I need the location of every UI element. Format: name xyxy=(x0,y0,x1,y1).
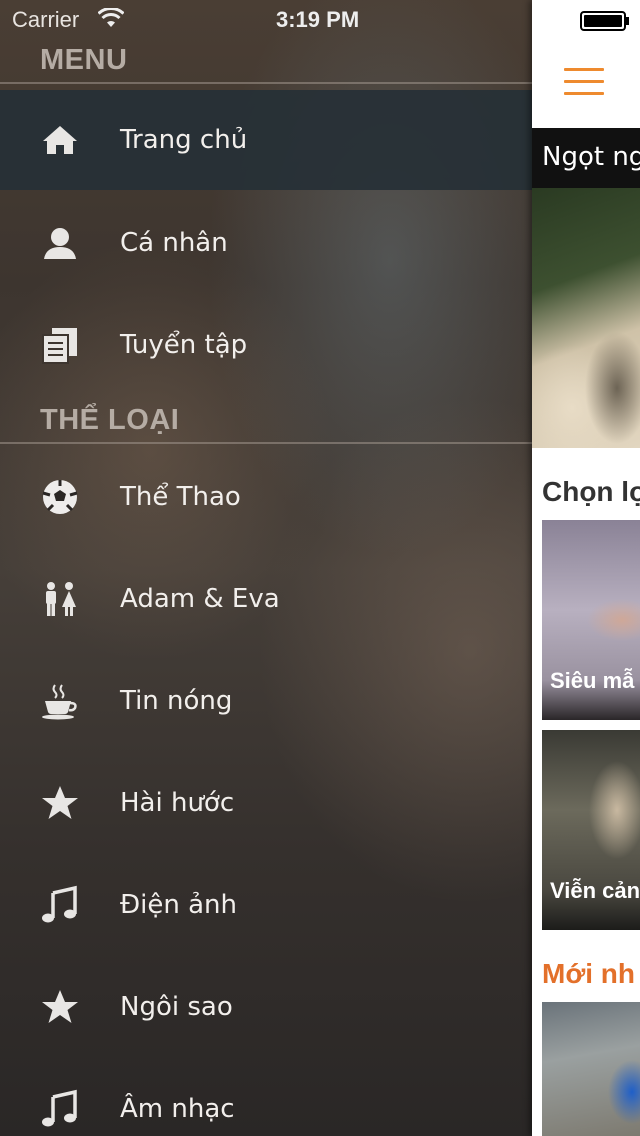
main-content: Ngọt ng Chọn lọ Siêu mẫ Viễn cản Mới nh xyxy=(532,0,640,1136)
menu-item-music[interactable]: Âm nhạc xyxy=(0,1058,532,1136)
soccer-ball-icon xyxy=(38,475,82,519)
menu-item-home[interactable]: Trang chủ xyxy=(0,90,532,190)
star-icon xyxy=(38,985,82,1029)
card-caption: Siêu mẫ xyxy=(550,668,635,693)
menu-item-label: Tin nóng xyxy=(120,686,233,716)
status-bar: Carrier 3:19 PM xyxy=(0,0,640,40)
menu-item-sports[interactable]: Thể Thao xyxy=(0,446,532,548)
side-menu: MENU Trang chủ Cá nhân Tuyển tập THỂ LOẠ… xyxy=(0,0,532,1136)
wifi-icon xyxy=(98,8,124,27)
menu-item-label: Hài hước xyxy=(120,788,235,818)
menu-item-adam-eva[interactable]: Adam & Eva xyxy=(0,548,532,650)
music-note-icon xyxy=(38,883,82,927)
menu-item-stars[interactable]: Ngôi sao xyxy=(0,956,532,1058)
menu-item-label: Âm nhạc xyxy=(120,1094,235,1124)
menu-item-label: Điện ảnh xyxy=(120,890,237,920)
coffee-cup-icon xyxy=(38,679,82,723)
menu-item-label: Cá nhân xyxy=(120,228,228,258)
menu-divider xyxy=(0,82,532,84)
menu-item-label: Tuyển tập xyxy=(120,330,248,360)
menu-item-label: Ngôi sao xyxy=(120,992,233,1022)
menu-item-collection[interactable]: Tuyển tập xyxy=(0,294,532,396)
music-note-icon xyxy=(38,1087,82,1131)
couple-icon xyxy=(38,577,82,621)
user-icon xyxy=(38,221,82,265)
menu-item-label: Adam & Eva xyxy=(120,584,280,614)
categories-section-header: THỂ LOẠI xyxy=(40,404,180,436)
star-icon xyxy=(38,781,82,825)
article-card[interactable]: Siêu mẫ xyxy=(542,520,640,720)
menu-item-label: Thể Thao xyxy=(120,482,241,512)
collection-icon xyxy=(38,323,82,367)
categories-divider xyxy=(0,442,532,444)
carrier-label: Carrier xyxy=(12,7,80,32)
hero-title: Ngọt ng xyxy=(542,142,640,172)
card-caption: Viễn cản xyxy=(550,878,640,903)
menu-item-profile[interactable]: Cá nhân xyxy=(0,192,532,294)
menu-item-hot-news[interactable]: Tin nóng xyxy=(0,650,532,752)
menu-section-header: MENU xyxy=(40,44,128,76)
menu-item-humor[interactable]: Hài hước xyxy=(0,752,532,854)
hamburger-menu-icon[interactable] xyxy=(564,68,604,96)
menu-item-cinema[interactable]: Điện ảnh xyxy=(0,854,532,956)
new-section-title: Mới nh xyxy=(542,958,635,989)
article-thumbnail[interactable] xyxy=(542,1002,640,1136)
hero-title-bar[interactable]: Ngọt ng xyxy=(532,128,640,188)
status-time: 3:19 PM xyxy=(276,7,360,32)
picked-section-title: Chọn lọ xyxy=(542,476,640,507)
battery-icon xyxy=(580,11,629,31)
article-card[interactable]: Viễn cản xyxy=(542,730,640,930)
menu-item-label: Trang chủ xyxy=(120,125,248,155)
home-icon xyxy=(38,118,82,162)
hero-image[interactable] xyxy=(532,188,640,448)
